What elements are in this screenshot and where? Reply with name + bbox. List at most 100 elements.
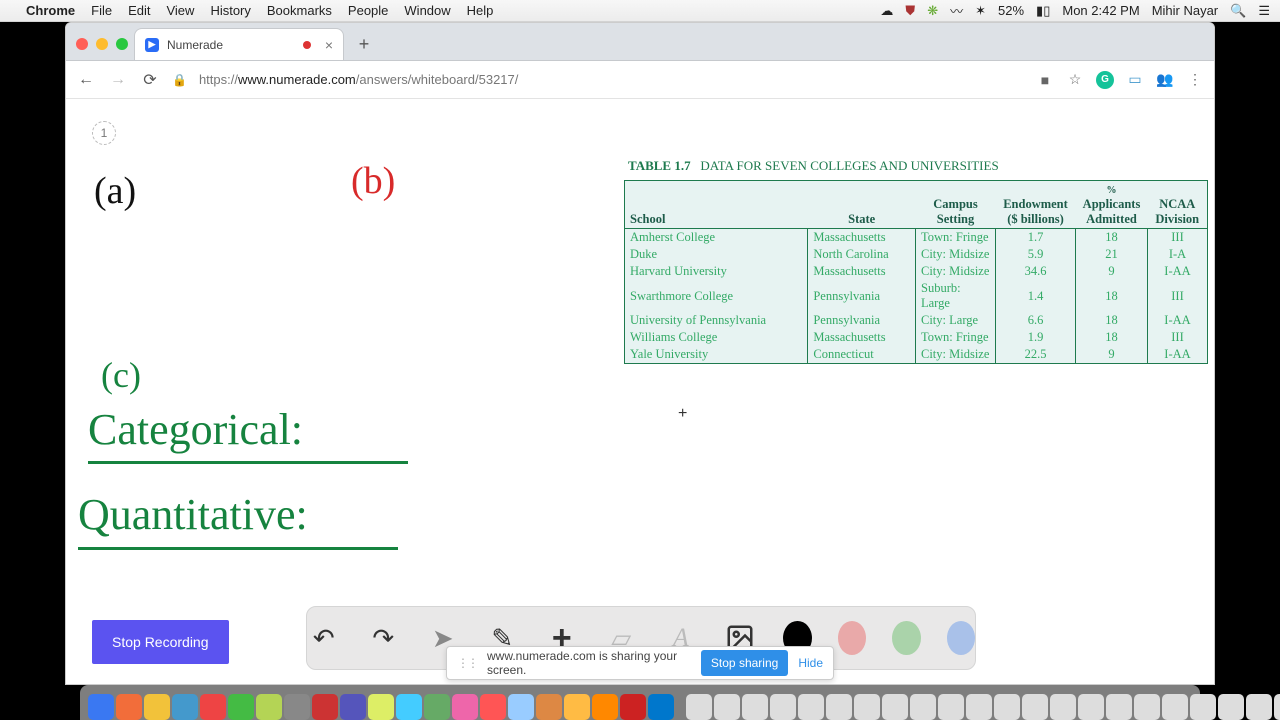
dock-app-icon[interactable] — [88, 694, 114, 720]
battery-icon[interactable]: ▮▯ — [1036, 3, 1050, 19]
dock-app-icon[interactable] — [284, 694, 310, 720]
col-state: State — [808, 181, 916, 229]
dock-app-icon[interactable] — [480, 694, 506, 720]
chrome-menu-button[interactable]: ⋮ — [1186, 71, 1204, 89]
control-center-icon[interactable]: ☰ — [1258, 3, 1270, 19]
dock-minimized-window[interactable] — [1274, 694, 1280, 720]
dock-minimized-window[interactable] — [798, 694, 824, 720]
address-bar[interactable]: https://www.numerade.com/answers/whitebo… — [199, 72, 1024, 87]
dock-app-icon[interactable] — [452, 694, 478, 720]
dock-app-icon[interactable] — [312, 694, 338, 720]
dock-app-icon[interactable] — [396, 694, 422, 720]
dock-minimized-window[interactable] — [742, 694, 768, 720]
whiteboard-canvas[interactable]: 1 (a) (b) (c) Categorical: Quantitative:… — [66, 99, 1214, 684]
spotlight-icon[interactable]: 🔍 — [1230, 3, 1246, 19]
dock-app-icon[interactable] — [536, 694, 562, 720]
slide-number-badge[interactable]: 1 — [92, 121, 116, 145]
dock-app-icon[interactable] — [648, 694, 674, 720]
dock-minimized-window[interactable] — [770, 694, 796, 720]
table-row: Yale UniversityConnecticutCity: Midsize2… — [625, 346, 1208, 364]
dock-app-icon[interactable] — [424, 694, 450, 720]
profile-avatar-icon[interactable]: 👥 — [1156, 71, 1174, 89]
tab-close-button[interactable]: × — [325, 38, 333, 52]
chrome-window: ▶ Numerade × + ← → ⟳ 🔒 https://www.numer… — [65, 22, 1215, 685]
menu-bookmarks[interactable]: Bookmarks — [267, 3, 332, 18]
hide-sharebar-button[interactable]: Hide — [798, 656, 823, 670]
dock-minimized-window[interactable] — [1162, 694, 1188, 720]
table-row: Williams CollegeMassachusettsTown: Fring… — [625, 329, 1208, 346]
tab-strip: ▶ Numerade × + — [66, 23, 1214, 61]
redo-button[interactable]: ↷ — [366, 618, 400, 658]
dock-app-icon[interactable] — [256, 694, 282, 720]
dock-app-icon[interactable] — [144, 694, 170, 720]
user-name[interactable]: Mihir Nayar — [1152, 3, 1218, 18]
dock-minimized-window[interactable] — [1022, 694, 1048, 720]
dock-minimized-window[interactable] — [994, 694, 1020, 720]
drag-handle-icon[interactable]: ⋮⋮ — [457, 656, 477, 670]
window-maximize-button[interactable] — [116, 38, 128, 50]
dock-minimized-window[interactable] — [1106, 694, 1132, 720]
clock[interactable]: Mon 2:42 PM — [1062, 3, 1139, 18]
dock-app-icon[interactable] — [200, 694, 226, 720]
menu-help[interactable]: Help — [467, 3, 494, 18]
dock-minimized-window[interactable] — [938, 694, 964, 720]
dock-minimized-window[interactable] — [854, 694, 880, 720]
browser-tab[interactable]: ▶ Numerade × — [134, 28, 344, 60]
dock-minimized-window[interactable] — [1078, 694, 1104, 720]
dock-minimized-window[interactable] — [1246, 694, 1272, 720]
stop-sharing-button[interactable]: Stop sharing — [701, 650, 788, 676]
dock-app-icon[interactable] — [116, 694, 142, 720]
wifi-icon[interactable]: ✶ — [975, 3, 986, 19]
color-green-button[interactable] — [892, 621, 920, 655]
forward-button[interactable]: → — [108, 71, 128, 89]
back-button[interactable]: ← — [76, 71, 96, 89]
dock-minimized-window[interactable] — [714, 694, 740, 720]
squiggle-icon[interactable]: 〰 — [950, 1, 963, 20]
app-name[interactable]: Chrome — [26, 3, 75, 18]
star-icon[interactable]: ☆ — [1066, 71, 1084, 89]
dock-app-icon[interactable] — [508, 694, 534, 720]
lock-icon[interactable]: 🔒 — [172, 73, 187, 87]
tab-title: Numerade — [167, 38, 223, 52]
dock-minimized-window[interactable] — [882, 694, 908, 720]
annotation-c: (c) — [101, 354, 141, 396]
dock-app-icon[interactable] — [564, 694, 590, 720]
color-red-button[interactable] — [838, 621, 866, 655]
menu-view[interactable]: View — [166, 3, 194, 18]
leaf-icon[interactable]: ❋ — [927, 3, 938, 19]
col-school: School — [625, 181, 808, 229]
cast-icon[interactable]: ▭ — [1126, 71, 1144, 89]
dock-minimized-window[interactable] — [1190, 694, 1216, 720]
menu-window[interactable]: Window — [404, 3, 450, 18]
color-blue-button[interactable] — [947, 621, 975, 655]
menu-history[interactable]: History — [210, 3, 250, 18]
menu-file[interactable]: File — [91, 3, 112, 18]
dock-minimized-window[interactable] — [686, 694, 712, 720]
dock-minimized-window[interactable] — [966, 694, 992, 720]
grammarly-extension-icon[interactable]: G — [1096, 71, 1114, 89]
dock-app-icon[interactable] — [592, 694, 618, 720]
dock-app-icon[interactable] — [340, 694, 366, 720]
dock-app-icon[interactable] — [228, 694, 254, 720]
dock-minimized-window[interactable] — [826, 694, 852, 720]
window-close-button[interactable] — [76, 38, 88, 50]
cloud-icon[interactable]: ☁︎ — [880, 3, 893, 19]
dock-app-icon[interactable] — [172, 694, 198, 720]
macos-dock[interactable] — [80, 685, 1200, 720]
dock-minimized-window[interactable] — [910, 694, 936, 720]
dock-minimized-window[interactable] — [1050, 694, 1076, 720]
reload-button[interactable]: ⟳ — [140, 70, 160, 90]
dock-app-icon[interactable] — [368, 694, 394, 720]
new-tab-button[interactable]: + — [350, 30, 378, 58]
menu-people[interactable]: People — [348, 3, 388, 18]
stop-recording-button[interactable]: Stop Recording — [92, 620, 229, 664]
dock-app-icon[interactable] — [620, 694, 646, 720]
dock-minimized-window[interactable] — [1134, 694, 1160, 720]
undo-button[interactable]: ↶ — [307, 618, 341, 658]
window-minimize-button[interactable] — [96, 38, 108, 50]
shield-icon[interactable]: ⛊ — [905, 3, 915, 19]
screen-share-bar[interactable]: ⋮⋮ www.numerade.com is sharing your scre… — [446, 646, 834, 680]
dock-minimized-window[interactable] — [1218, 694, 1244, 720]
camera-icon[interactable]: ■ — [1036, 71, 1054, 89]
menu-edit[interactable]: Edit — [128, 3, 150, 18]
